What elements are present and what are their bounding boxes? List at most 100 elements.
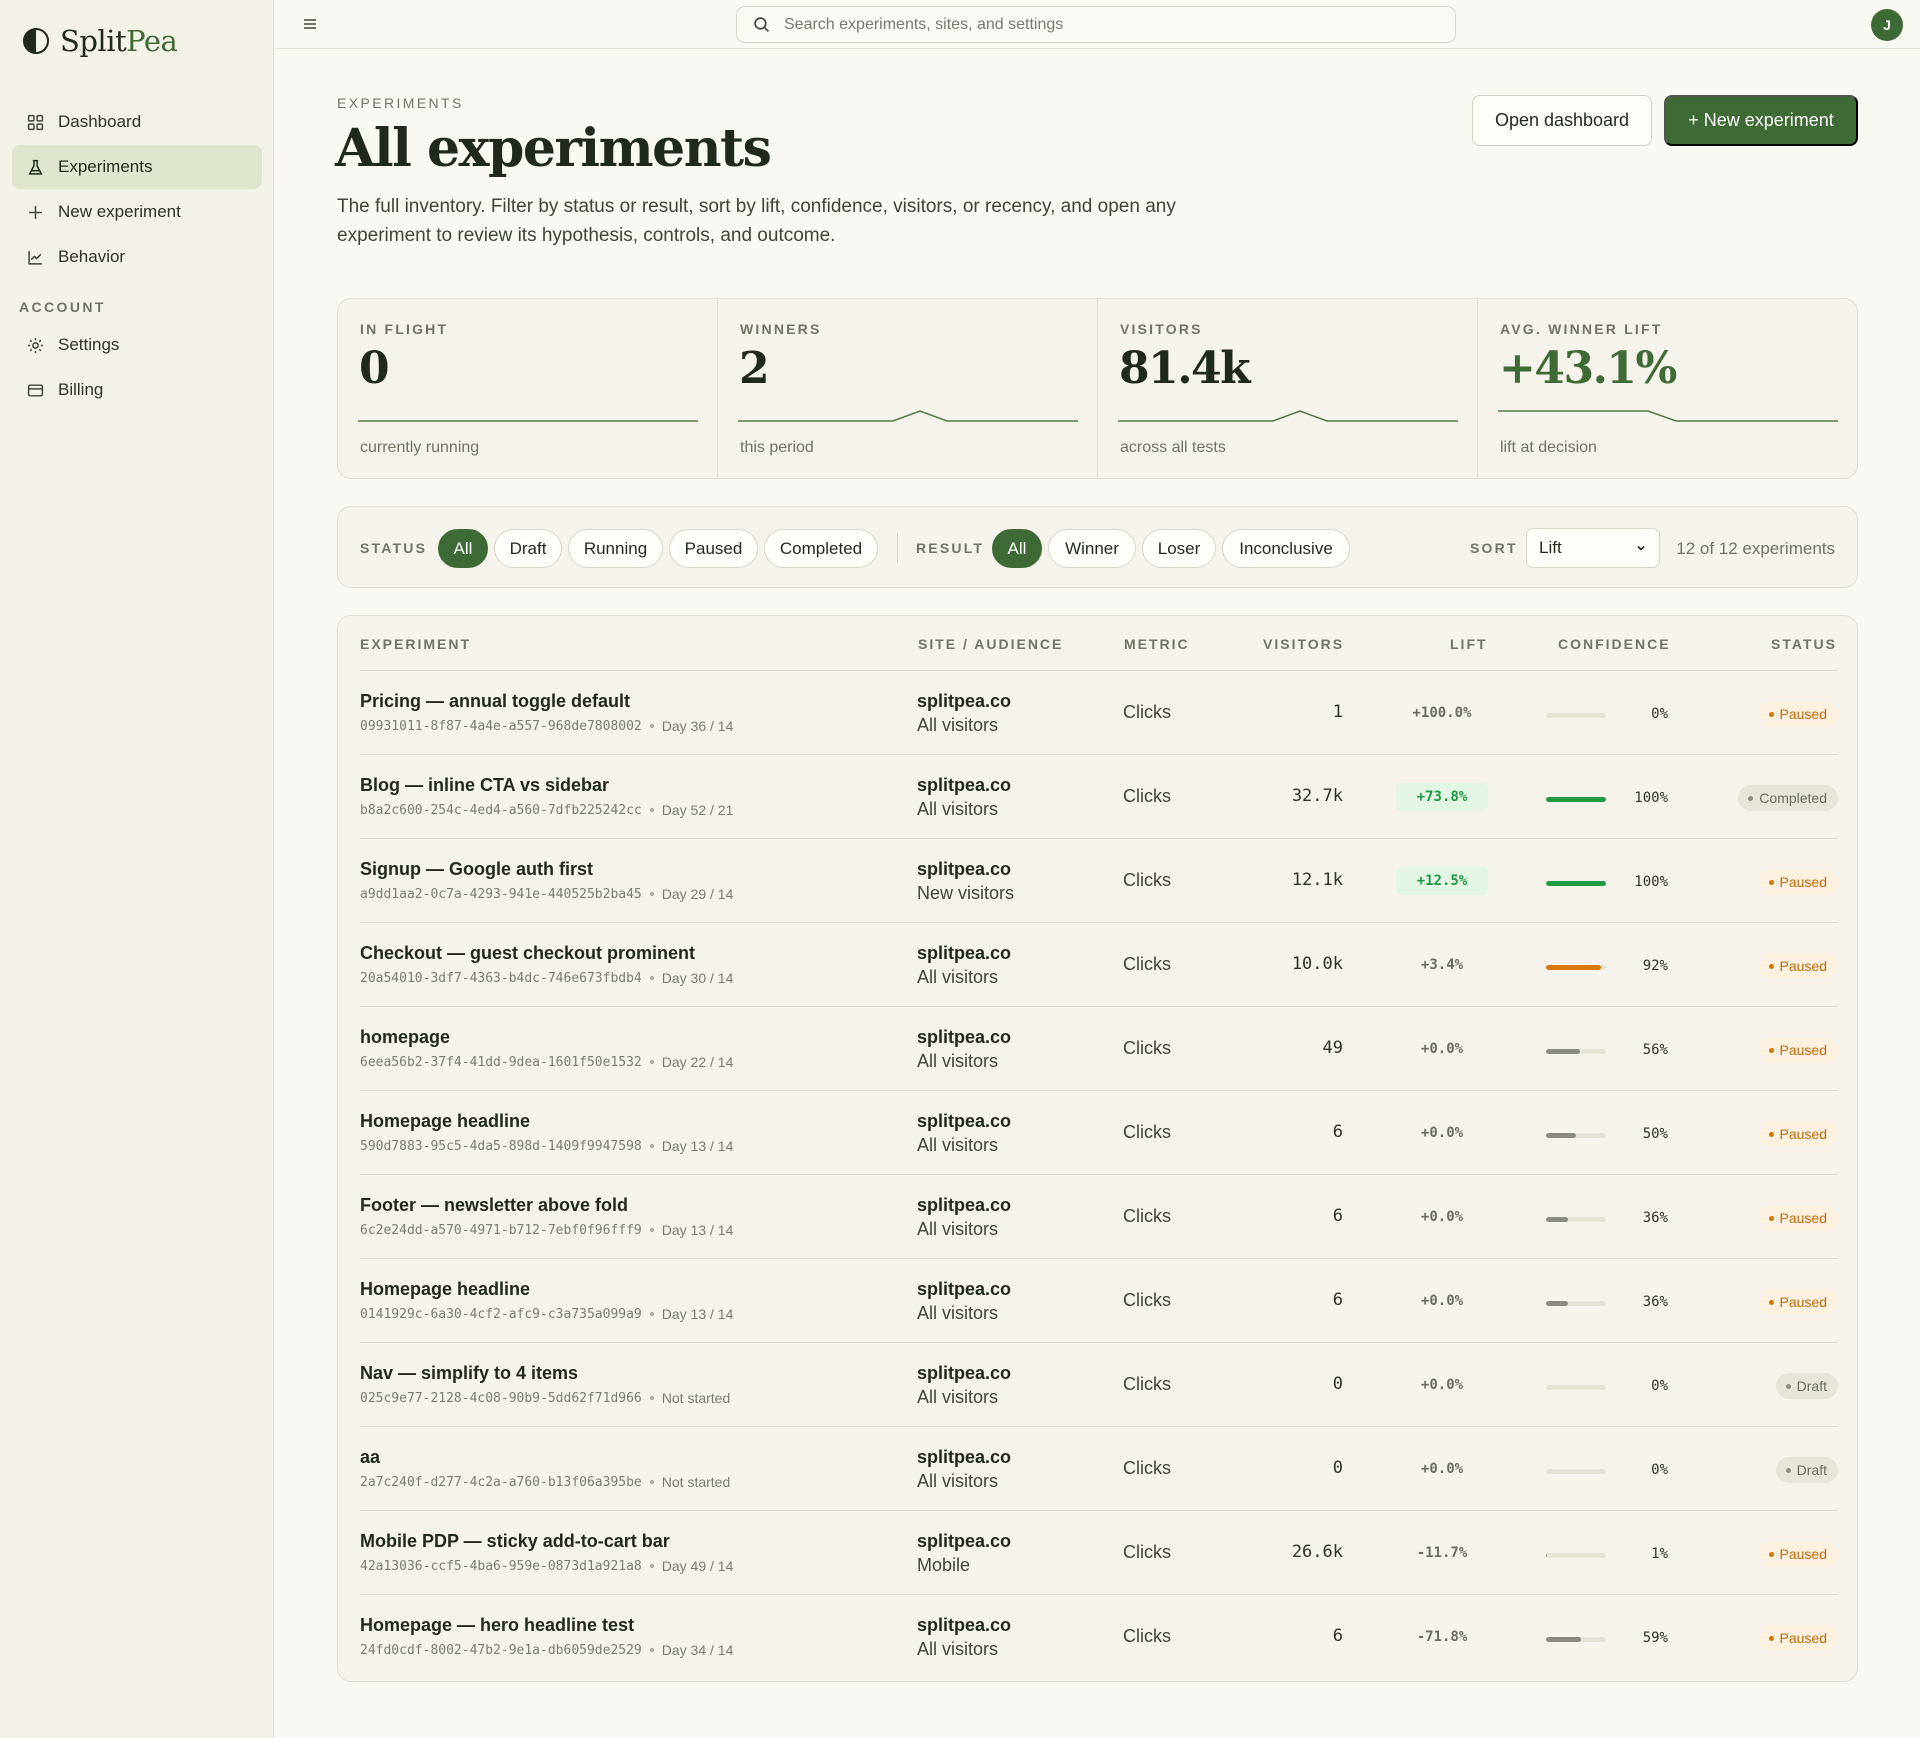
search-input[interactable]: [784, 15, 1424, 34]
table-row[interactable]: Blog — inline CTA vs sidebar b8a2c600-254…: [360, 755, 1838, 839]
table-row[interactable]: homepage 6eea56b2-37f4-41dd-9dea-1601f50e…: [360, 1007, 1838, 1091]
sort-select[interactable]: Lift: [1526, 528, 1660, 568]
confidence-value: 36%: [1642, 1210, 1668, 1226]
col-header-site[interactable]: SITE / AUDIENCE: [918, 636, 1063, 652]
stat-caption: across all tests: [1120, 439, 1226, 456]
experiment-id: 09931011-8f87-4a4e-a557-968de7808002: [360, 718, 642, 734]
col-header-lift[interactable]: LIFT: [1450, 636, 1488, 652]
results-count: 12 of 12 experiments: [1676, 539, 1835, 558]
experiment-name[interactable]: Homepage — hero headline test: [360, 1615, 634, 1636]
site-domain: splitpea.co: [917, 1111, 1012, 1131]
status-filter-draft[interactable]: Draft: [494, 529, 562, 568]
status-badge: Paused: [1758, 1205, 1838, 1231]
confidence-value: 36%: [1642, 1294, 1668, 1310]
site-domain: splitpea.co: [917, 1531, 1012, 1551]
brand-logo[interactable]: SplitPea: [22, 24, 178, 58]
separator-dot: [649, 1564, 654, 1568]
audience: All visitors: [917, 1387, 999, 1407]
lift-value: +0.0%: [1420, 1293, 1464, 1309]
audience: All visitors: [917, 1051, 999, 1071]
col-header-confidence[interactable]: CONFIDENCE: [1558, 636, 1671, 652]
status-dot: [1768, 1047, 1774, 1053]
separator-dot: [649, 1060, 654, 1064]
status-label: Paused: [1779, 1294, 1827, 1310]
sidebar-item-label: Billing: [58, 380, 104, 399]
sidebar-item-dashboard[interactable]: Dashboard: [12, 100, 262, 144]
menu-icon[interactable]: [299, 13, 321, 35]
experiment-name[interactable]: Footer — newsletter above fold: [360, 1195, 628, 1216]
status-filter-all[interactable]: All: [438, 529, 488, 568]
experiment-name[interactable]: Blog — inline CTA vs sidebar: [360, 775, 609, 796]
table-row[interactable]: Pricing — annual toggle default 09931011-…: [360, 671, 1838, 755]
experiment-name[interactable]: homepage: [360, 1027, 450, 1048]
site-domain: splitpea.co: [917, 691, 1012, 711]
new-experiment-button[interactable]: + New experiment: [1664, 95, 1858, 146]
stat-value: +43.1%: [1499, 343, 1677, 394]
visitors: 6: [1332, 1290, 1343, 1310]
confidence-bar: [1546, 797, 1606, 802]
table-row[interactable]: Mobile PDP — sticky add-to-cart bar 42a13…: [360, 1511, 1838, 1595]
experiment-name[interactable]: Pricing — annual toggle default: [360, 691, 630, 712]
result-filter-all[interactable]: All: [992, 529, 1042, 568]
result-filter-inconclusive[interactable]: Inconclusive: [1222, 529, 1350, 568]
experiment-meta: 09931011-8f87-4a4e-a557-968de7808002 Day …: [360, 718, 733, 734]
sparkline: [1498, 410, 1838, 422]
experiment-day: Day 36 / 14: [661, 718, 734, 734]
experiment-name[interactable]: Mobile PDP — sticky add-to-cart bar: [360, 1531, 670, 1552]
col-header-visitors[interactable]: VISITORS: [1263, 636, 1344, 652]
table-row[interactable]: Footer — newsletter above fold 6c2e24dd-a…: [360, 1175, 1838, 1259]
result-filter-winner[interactable]: Winner: [1048, 529, 1136, 568]
col-header-metric[interactable]: METRIC: [1124, 636, 1190, 652]
visitors: 49: [1322, 1038, 1343, 1058]
metric: Clicks: [1123, 1626, 1171, 1646]
experiment-meta: 2a7c240f-d277-4c2a-a760-b13f06a395be Not …: [360, 1474, 730, 1490]
confidence-value: 0%: [1651, 706, 1668, 722]
status-filter-completed[interactable]: Completed: [764, 529, 878, 568]
open-dashboard-button[interactable]: Open dashboard: [1472, 95, 1652, 146]
experiment-meta: 20a54010-3df7-4363-b4dc-746e673fbdb4 Day …: [360, 970, 733, 986]
status-filter-label: STATUS: [360, 540, 428, 556]
result-filter-loser[interactable]: Loser: [1142, 529, 1216, 568]
status-dot: [1768, 1299, 1774, 1305]
separator-dot: [649, 724, 654, 728]
sidebar-item-behavior[interactable]: Behavior: [12, 235, 262, 279]
search-bar[interactable]: [736, 6, 1456, 43]
experiment-name[interactable]: Checkout — guest checkout prominent: [360, 943, 695, 964]
sidebar-item-new-experiment[interactable]: New experiment: [12, 190, 262, 234]
table-row[interactable]: Homepage — hero headline test 24fd0cdf-80…: [360, 1595, 1838, 1679]
table-row[interactable]: Homepage headline 590d7883-95c5-4da5-898d…: [360, 1091, 1838, 1175]
experiment-name[interactable]: Signup — Google auth first: [360, 859, 593, 880]
experiment-day: Day 34 / 14: [661, 1642, 734, 1658]
confidence-bar: [1546, 1385, 1606, 1390]
table-row[interactable]: Homepage headline 0141929c-6a30-4cf2-afc9…: [360, 1259, 1838, 1343]
sidebar-item-settings[interactable]: Settings: [12, 323, 262, 367]
confidence-bar: [1546, 1133, 1606, 1138]
site-domain: splitpea.co: [917, 859, 1012, 879]
separator-dot: [649, 808, 654, 812]
experiment-name[interactable]: Homepage headline: [360, 1279, 530, 1300]
status-filter-paused[interactable]: Paused: [669, 529, 758, 568]
table-row[interactable]: Signup — Google auth first a9dd1aa2-0c7a-…: [360, 839, 1838, 923]
confidence-value: 59%: [1642, 1630, 1668, 1646]
table-row[interactable]: Nav — simplify to 4 items 025c9e77-2128-4…: [360, 1343, 1838, 1427]
experiment-name[interactable]: aa: [360, 1447, 380, 1468]
metric: Clicks: [1123, 954, 1171, 974]
table-row[interactable]: Checkout — guest checkout prominent 20a54…: [360, 923, 1838, 1007]
col-header-status[interactable]: STATUS: [1771, 636, 1837, 652]
experiment-meta: 0141929c-6a30-4cf2-afc9-c3a735a099a9 Day …: [360, 1306, 733, 1322]
status-filter-running[interactable]: Running: [568, 529, 663, 568]
stat-caption: lift at decision: [1500, 439, 1597, 456]
table-row[interactable]: aa 2a7c240f-d277-4c2a-a760-b13f06a395be No…: [360, 1427, 1838, 1511]
status-dot: [1785, 1383, 1791, 1389]
experiment-name[interactable]: Nav — simplify to 4 items: [360, 1363, 578, 1384]
experiment-name[interactable]: Homepage headline: [360, 1111, 530, 1132]
sidebar-item-experiments[interactable]: Experiments: [12, 145, 262, 189]
avatar[interactable]: J: [1871, 9, 1903, 41]
col-header-experiment[interactable]: EXPERIMENT: [360, 636, 471, 652]
experiment-id: b8a2c600-254c-4ed4-a560-7dfb225242cc: [360, 802, 642, 818]
sidebar-item-billing[interactable]: Billing: [12, 368, 262, 412]
status-label: Completed: [1759, 790, 1827, 806]
visitors: 6: [1332, 1206, 1343, 1226]
metric: Clicks: [1123, 1122, 1171, 1142]
page-eyebrow: EXPERIMENTS: [337, 95, 464, 111]
